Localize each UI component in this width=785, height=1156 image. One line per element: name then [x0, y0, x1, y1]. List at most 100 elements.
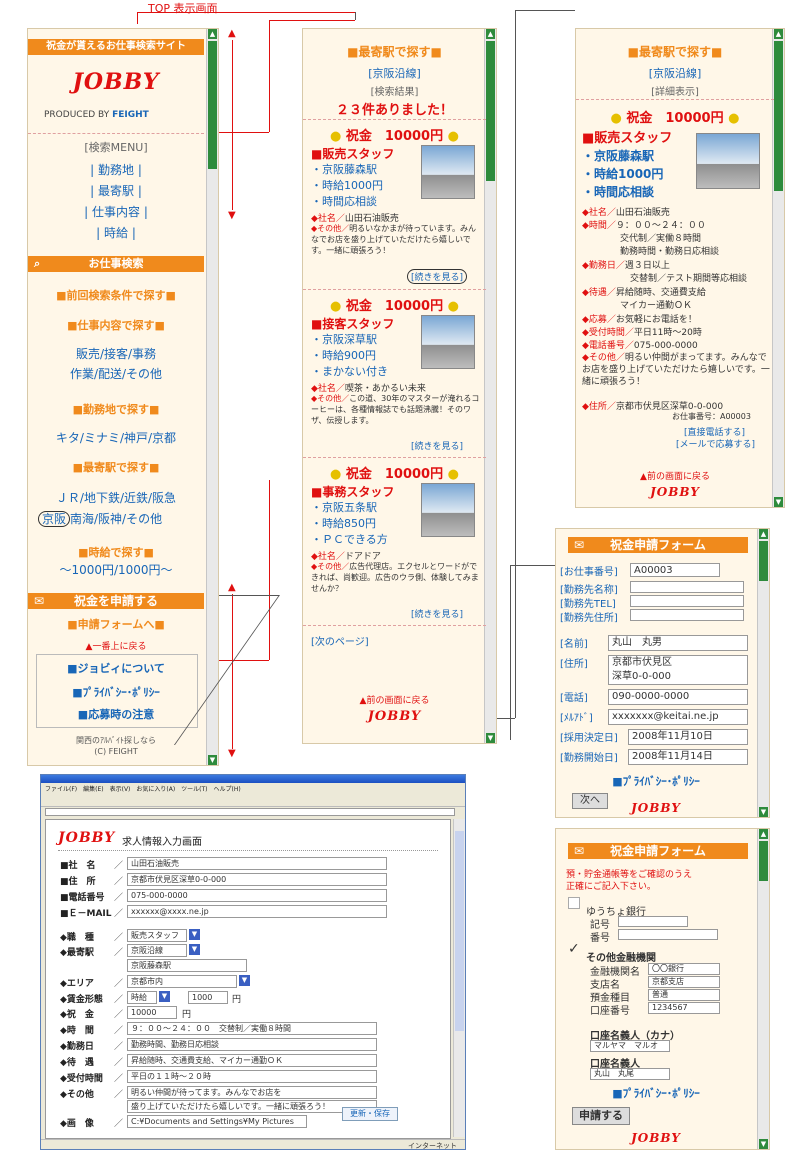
detail-row: ◆時間／９：００〜２４：００ [582, 221, 706, 231]
wage-amount-input[interactable]: 1000 [188, 991, 228, 1004]
yucho-checkbox[interactable] [568, 897, 580, 909]
jobby-logo[interactable]: JOBBY [58, 830, 115, 846]
admin-row-input[interactable]: 明るい仲間が待ってます。みんなでお店を [127, 1086, 377, 1099]
station-links-1[interactable]: ＪＲ/地下鉄/近鉄/阪急 [28, 489, 204, 506]
admin-row-input[interactable]: 山田石油販売 [127, 857, 387, 870]
card1-job[interactable]: ■販売スタッフ [311, 145, 394, 162]
application-notes-link[interactable]: ■応募時の注意 [28, 706, 204, 722]
bank-name-input[interactable]: 〇〇銀行 [648, 963, 720, 975]
dropdown-icon[interactable]: ▼ [239, 975, 250, 986]
admin-row-input[interactable]: ９：００〜２４：００ 交替制／実働８時間 [127, 1022, 377, 1035]
save-button[interactable]: 更新・保存 [342, 1107, 398, 1121]
employer-address-label: [勤務先住所] [560, 613, 618, 624]
card3-job[interactable]: ■事務スタッフ [311, 483, 394, 500]
hire-date-input[interactable]: 2008年11月10日 [628, 729, 748, 745]
card3-more-link[interactable]: [続きを見る] [411, 607, 463, 620]
next-page-link[interactable]: [次のページ] [311, 633, 369, 648]
detail-row: ◆勤務日／週３日以上 [582, 261, 670, 271]
station-links-2[interactable]: 南海/阪神/その他 [70, 512, 162, 526]
start-date-label: [勤務開始日] [560, 753, 618, 764]
admin-row-input[interactable]: 10000 [127, 1006, 177, 1019]
privacy-policy-link[interactable]: ■ﾌﾟﾗｲﾊﾞｼｰ･ﾎﾟﾘｼｰ [556, 773, 756, 789]
jobby-logo[interactable]: JOBBY [556, 1131, 756, 1145]
privacy-policy-link[interactable]: ■ﾌﾟﾗｲﾊﾞｼｰ･ﾎﾟﾘｼｰ [556, 1085, 756, 1101]
jobby-logo[interactable]: JOBBY [28, 69, 204, 95]
back-to-top-link[interactable]: ▲一番上に戻る [28, 639, 204, 652]
admin-row-input[interactable]: C:¥Documents and Settings¥My Pictures [127, 1115, 307, 1128]
admin-row-input[interactable]: xxxxxx@xxxx.ne.jp [127, 905, 387, 918]
mail-address-input[interactable]: xxxxxxx@keitai.ne.jp [608, 709, 748, 725]
kigo-input[interactable] [618, 916, 688, 927]
holder-input[interactable]: 丸山 丸尾 [590, 1068, 670, 1080]
employer-tel-input[interactable] [630, 595, 744, 607]
card2-bonus: ● 祝金 10000円 ● [330, 299, 459, 314]
detail-row: ◆受付時間／平日11時〜20時 [582, 328, 702, 338]
menu-station[interactable]: | 最寄駅 | [28, 182, 204, 199]
admin-row-input[interactable]: 京阪沿線 [127, 944, 187, 957]
employer-address-input[interactable] [630, 609, 744, 621]
address-input[interactable]: 京都市伏見区 深草0-0-000 [608, 655, 748, 685]
station-keihan-link[interactable]: 京阪 [38, 511, 71, 527]
other-bank-checkbox[interactable]: ✓ [568, 941, 580, 957]
admin-row-input[interactable]: 盛り上げていただけたら嬉しいです。一緒に頑張ろう！ [127, 1100, 377, 1113]
admin-row-input[interactable]: 時給 [127, 991, 157, 1004]
dropdown-icon[interactable]: ▼ [159, 991, 170, 1002]
back-link[interactable]: ▲前の画面に戻る [303, 693, 486, 706]
dropdown-icon[interactable]: ▼ [189, 929, 200, 940]
jobby-logo[interactable]: JOBBY [303, 709, 486, 724]
name-input[interactable]: 丸山 丸男 [608, 635, 748, 651]
card2-job[interactable]: ■接客スタッフ [311, 315, 394, 332]
account-number-input[interactable]: 1234567 [648, 1002, 720, 1014]
admin-row-input[interactable]: 075-000-0000 [127, 889, 387, 902]
card1-other: ◆その他／明るいなかまが待っています。みんなでお店を盛り上げていただけたら嬉しい… [311, 224, 476, 255]
admin-row-label: ◆エリア [60, 979, 94, 989]
privacy-policy-link[interactable]: ■ﾌﾟﾗｲﾊﾞｼｰ･ﾎﾟﾘｼｰ [28, 684, 204, 700]
admin-row-label: ◆時 間 [60, 1026, 94, 1036]
menu-work-area[interactable]: | 勤務地 | [28, 161, 204, 178]
admin-row-input[interactable]: 販売スタッフ [127, 929, 187, 942]
start-date-input[interactable]: 2008年11月14日 [628, 749, 748, 765]
separator: ／ [114, 948, 124, 958]
card1-more-link[interactable]: [続きを見る] [407, 269, 468, 284]
card3-other: ◆その他／広告代理店。エクセルとワードができれば、尚歓迎。広告のウラ側、体験して… [311, 562, 479, 593]
form-header-bar: ✉ 祝金申請フォーム [568, 843, 748, 859]
submit-button[interactable]: 申請する [572, 1107, 630, 1125]
job-links-2[interactable]: 作業/配送/その他 [28, 365, 204, 382]
account-type-input[interactable]: 普通 [648, 989, 720, 1001]
about-jobby-link[interactable]: ■ジョビィについて [28, 660, 204, 676]
job-links-1[interactable]: 販売/接客/事務 [28, 345, 204, 362]
card1-extra: ・時間応相談 [311, 195, 377, 208]
mail-apply-link[interactable]: [メールで応募する] [676, 437, 755, 450]
menu-wage[interactable]: | 時給 | [28, 224, 204, 241]
detail-row: 交代制／実働８時間 [620, 234, 702, 244]
admin-row-input[interactable]: 京阪藤森駅 [127, 959, 247, 972]
admin-row-input[interactable]: 勤務時間、勤務日応相談 [127, 1038, 377, 1051]
employer-name-input[interactable] [630, 581, 744, 593]
admin-row-label: ■Ｅ－MAIL [60, 909, 112, 919]
prev-search-link[interactable]: ■前回検索条件で探す■ [28, 287, 204, 303]
job-number-input[interactable]: A00003 [630, 563, 720, 577]
dropdown-icon[interactable]: ▼ [189, 944, 200, 955]
address-bar[interactable] [45, 808, 455, 816]
back-link[interactable]: ▲前の画面に戻る [576, 469, 774, 482]
card2-more-link[interactable]: [続きを見る] [411, 439, 463, 452]
menu-bar[interactable]: ファイル(F) 編集(E) 表示(V) お気に入り(A) ツール(T) ヘルプ(… [45, 784, 241, 793]
jobby-logo[interactable]: JOBBY [576, 485, 774, 499]
area-links[interactable]: キタ/ミナミ/神戸/京都 [28, 429, 204, 446]
admin-row-input[interactable]: 平日の１１時〜２０時 [127, 1070, 377, 1083]
branch-input[interactable]: 京都支店 [648, 976, 720, 988]
jobby-logo[interactable]: JOBBY [556, 801, 756, 815]
site-banner: 祝金が貰えるお仕事検索サイト [28, 39, 204, 55]
result-title: ■最寄駅で探す■ [347, 45, 442, 59]
admin-row-input[interactable]: 京都市内 [127, 975, 237, 988]
admin-row-input[interactable]: 昇給随時、交通費支給、マイカー通勤ＯＫ [127, 1054, 377, 1067]
phone-input[interactable]: 090-0000-0000 [608, 689, 748, 705]
admin-row-input[interactable]: 京都市伏見区深草0-0-000 [127, 873, 387, 886]
job-search-bar: ⌕ お仕事検索 [28, 256, 204, 272]
menu-job-type[interactable]: | 仕事内容 | [28, 203, 204, 220]
bango-input[interactable] [618, 929, 718, 940]
top-screen-label: TOP 表示画面 [148, 2, 218, 15]
apply-form-link[interactable]: ■申請フォームへ■ [28, 616, 204, 632]
holder-kana-input[interactable]: マルヤマ マルオ [590, 1040, 670, 1052]
wage-links[interactable]: 〜1000円/1000円〜 [28, 561, 204, 578]
